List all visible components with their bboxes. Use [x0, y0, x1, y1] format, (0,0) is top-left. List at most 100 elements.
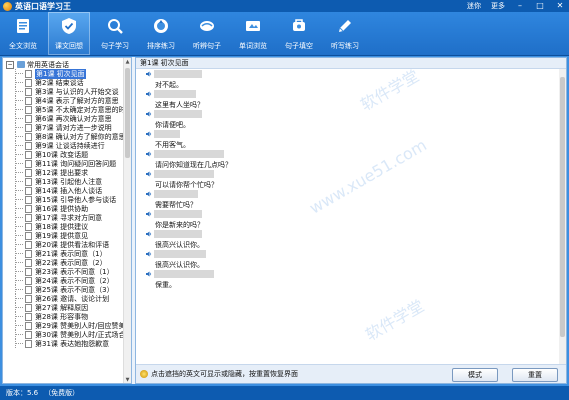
- minimize-icon[interactable]: –: [515, 2, 525, 11]
- words-icon: [242, 15, 264, 37]
- speaker-icon[interactable]: [146, 151, 152, 157]
- license-text: （免费版）: [44, 389, 80, 397]
- app-logo-icon: [3, 1, 12, 11]
- collapse-icon[interactable]: −: [6, 60, 14, 69]
- toolbar-word-browse-button[interactable]: 单词浏览: [232, 12, 274, 55]
- close-icon[interactable]: ✕: [555, 2, 565, 11]
- dictation-icon: [334, 15, 356, 37]
- tree-item[interactable]: 第31课 表达她抱怨歉意: [3, 339, 131, 348]
- lesson-doc-icon: [25, 294, 32, 303]
- lesson-doc-icon: [25, 78, 32, 87]
- lesson-content: 第1课 初次见面 对不起。 这里有人坐吗？ 你请便吧。 不用客气。 请问你知道现在几点吗…: [135, 57, 567, 384]
- lesson-doc-icon: [25, 285, 32, 294]
- hidden-english-mask[interactable]: [154, 150, 224, 158]
- hidden-english-mask[interactable]: [154, 70, 202, 78]
- hidden-english-mask[interactable]: [154, 250, 206, 258]
- sentence-row: 可以请你帮个忙吗？: [136, 169, 558, 189]
- main-area: − 常用英语会话 第1课 初次见面 第2课 结束谈话 第3课 与认识的人开始交谈 第4…: [2, 57, 567, 384]
- speaker-icon[interactable]: [146, 231, 152, 237]
- listen-icon: [196, 15, 218, 37]
- lesson-doc-icon: [25, 87, 32, 96]
- lesson-doc-icon: [25, 249, 32, 258]
- hidden-english-mask[interactable]: [154, 190, 198, 198]
- lesson-doc-icon: [25, 195, 32, 204]
- lesson-doc-icon: [25, 150, 32, 159]
- lesson-doc-icon: [25, 267, 32, 276]
- scroll-thumb[interactable]: [125, 68, 130, 158]
- tree-items: 第1课 初次见面 第2课 结束谈话 第3课 与认识的人开始交谈 第4课 表示了解对方的…: [3, 68, 131, 348]
- speaker-icon[interactable]: [146, 131, 152, 137]
- hidden-english-mask[interactable]: [154, 230, 202, 238]
- lightbulb-icon: [140, 370, 148, 378]
- hidden-english-mask[interactable]: [154, 130, 180, 138]
- lesson-tree: − 常用英语会话 第1课 初次见面 第2课 结束谈话 第3课 与认识的人开始交谈 第4…: [2, 57, 132, 384]
- lesson-doc-icon: [25, 258, 32, 267]
- document-icon: [12, 15, 34, 37]
- window-title: 英语口语学习王: [15, 1, 71, 11]
- hidden-english-mask[interactable]: [154, 210, 202, 218]
- more-link[interactable]: 更多: [491, 1, 505, 11]
- speaker-icon[interactable]: [146, 191, 152, 197]
- scroll-up-icon[interactable]: ▲: [124, 58, 131, 65]
- mode-button[interactable]: 模式: [452, 368, 498, 382]
- sentence-row: 需要帮忙吗？: [136, 189, 558, 209]
- lesson-doc-icon: [25, 159, 32, 168]
- mini-mode-link[interactable]: 迷你: [467, 1, 481, 11]
- toolbar-label: 听写练习: [331, 42, 359, 50]
- content-footer: 点击遮挡的英文可显示或隐藏，按重置恢复界面 模式 重置: [136, 364, 566, 383]
- speaker-icon[interactable]: [146, 271, 152, 277]
- speaker-icon[interactable]: [146, 111, 152, 117]
- hidden-english-mask[interactable]: [154, 170, 214, 178]
- lesson-doc-icon: [25, 177, 32, 186]
- sentence-row: 很高兴认识你。: [136, 249, 558, 269]
- toolbar-dictation-button[interactable]: 听写练习: [324, 12, 366, 55]
- speaker-icon[interactable]: [146, 71, 152, 77]
- toolbar-label: 单词浏览: [239, 42, 267, 50]
- hidden-english-mask[interactable]: [154, 110, 202, 118]
- toolbar-label: 听辨句子: [193, 42, 221, 50]
- lesson-doc-icon: [25, 132, 32, 141]
- hidden-english-mask[interactable]: [154, 270, 214, 278]
- lesson-doc-icon: [25, 303, 32, 312]
- speaker-icon[interactable]: [146, 91, 152, 97]
- content-scrollbar[interactable]: [559, 69, 566, 365]
- toolbar-fill-blank-button[interactable]: 句子填空: [278, 12, 320, 55]
- shield-check-icon: [58, 15, 80, 37]
- toolbar-sentence-study-button[interactable]: 句子学习: [94, 12, 136, 55]
- sentence-row: 你是新来的吗？: [136, 209, 558, 229]
- speaker-icon[interactable]: [146, 211, 152, 217]
- app-window: 英语口语学习王 迷你 更多 – □ ✕ 全文浏览 课文回想 句子学习 排序练习 …: [0, 0, 569, 400]
- speaker-icon[interactable]: [146, 251, 152, 257]
- toolbar-listen-button[interactable]: 听辨句子: [186, 12, 228, 55]
- toolbar: 全文浏览 课文回想 句子学习 排序练习 听辨句子 单词浏览 句子填空 听写练习: [0, 12, 569, 56]
- fill-blank-icon: [288, 15, 310, 37]
- lesson-doc-icon: [25, 213, 32, 222]
- scroll-down-icon[interactable]: ▼: [124, 376, 131, 383]
- lesson-doc-icon: [25, 222, 32, 231]
- toolbar-full-text-button[interactable]: 全文浏览: [2, 12, 44, 55]
- lesson-doc-icon: [25, 168, 32, 177]
- sentence-row: 很高兴认识你。: [136, 229, 558, 249]
- lesson-doc-icon: [25, 105, 32, 114]
- lesson-doc-icon: [25, 123, 32, 132]
- lesson-doc-icon: [25, 69, 32, 78]
- lesson-doc-icon: [25, 276, 32, 285]
- hidden-english-mask[interactable]: [154, 90, 196, 98]
- sort-icon: [150, 15, 172, 37]
- tree-scrollbar[interactable]: ▲ ▼: [123, 58, 131, 383]
- speaker-icon[interactable]: [146, 171, 152, 177]
- sentence-row: 保重。: [136, 269, 558, 289]
- toolbar-label: 课文回想: [55, 42, 83, 50]
- toolbar-recall-button[interactable]: 课文回想: [48, 12, 90, 55]
- lesson-title: 第1课 初次见面: [136, 58, 566, 69]
- sentence-row: 这里有人坐吗？: [136, 89, 558, 109]
- maximize-icon[interactable]: □: [535, 2, 545, 11]
- lesson-doc-icon: [25, 339, 32, 348]
- scroll-thumb[interactable]: [560, 77, 565, 337]
- magnifier-icon: [104, 15, 126, 37]
- lesson-doc-icon: [25, 141, 32, 150]
- toolbar-label: 句子学习: [101, 42, 129, 50]
- toolbar-sort-practice-button[interactable]: 排序练习: [140, 12, 182, 55]
- reset-button[interactable]: 重置: [512, 368, 558, 382]
- lesson-doc-icon: [25, 186, 32, 195]
